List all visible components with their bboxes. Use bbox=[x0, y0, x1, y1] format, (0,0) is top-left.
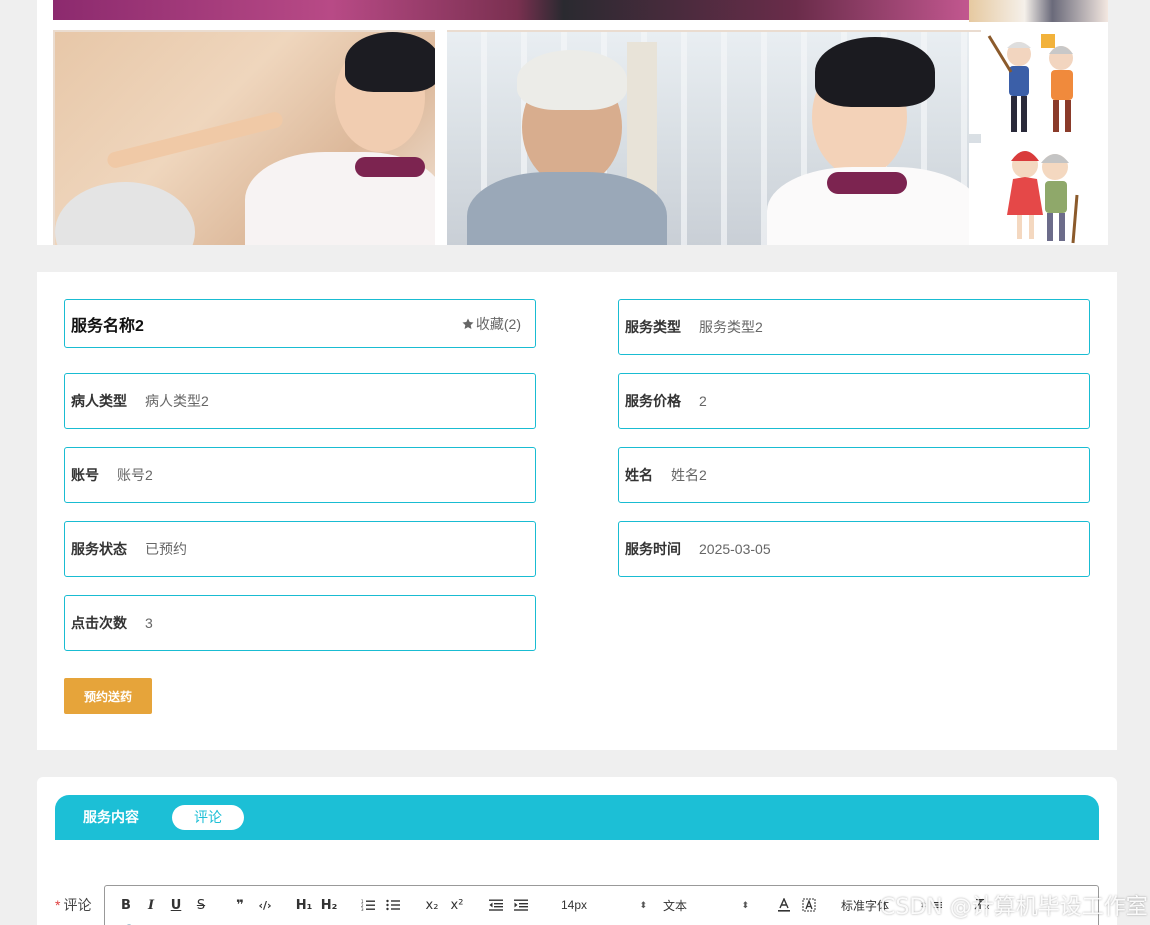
field-service-price: 服务价格 2 bbox=[618, 373, 1090, 429]
code-block-icon[interactable]: ‹/› bbox=[254, 894, 276, 916]
caregiver-photo-left bbox=[55, 32, 445, 245]
field-service-status: 服务状态 已预约 bbox=[64, 521, 536, 577]
book-delivery-button[interactable]: 预约送药 bbox=[64, 678, 152, 714]
text-style-value: 文本 bbox=[663, 898, 688, 913]
underline-icon[interactable]: U bbox=[165, 894, 187, 916]
thumbnail-2[interactable] bbox=[969, 32, 1108, 134]
previous-photo-strip bbox=[53, 0, 981, 20]
comment-label: * 评论 bbox=[55, 895, 91, 915]
ordered-list-icon[interactable]: 123 bbox=[357, 894, 379, 916]
thumbnail-list bbox=[969, 0, 1108, 245]
heading-1-icon[interactable]: H₁ bbox=[293, 894, 315, 916]
outdent-icon[interactable] bbox=[485, 894, 507, 916]
thumbnail-3[interactable] bbox=[969, 143, 1108, 245]
subscript-icon[interactable]: x₂ bbox=[421, 894, 443, 916]
required-mark: * bbox=[55, 897, 61, 913]
field-real-name: 姓名 姓名2 bbox=[618, 447, 1090, 503]
font-color-icon[interactable] bbox=[773, 894, 795, 916]
field-label: 点击次数 bbox=[71, 615, 127, 631]
link-icon[interactable]: 🔗 bbox=[115, 920, 137, 925]
tab-comment[interactable]: 评论 bbox=[172, 805, 244, 830]
bullet-list-icon[interactable] bbox=[382, 894, 404, 916]
italic-icon[interactable]: I bbox=[140, 894, 162, 916]
tab-bar: 服务内容 评论 bbox=[55, 795, 1099, 840]
field-patient-type: 病人类型 病人类型2 bbox=[64, 373, 536, 429]
field-label: 服务时间 bbox=[625, 541, 681, 557]
background-color-icon[interactable] bbox=[798, 894, 820, 916]
field-service-time: 服务时间 2025-03-05 bbox=[618, 521, 1090, 577]
service-title-box: 服务名称2 收藏(2) bbox=[64, 299, 536, 348]
favorite-button[interactable]: 收藏(2) bbox=[461, 314, 521, 334]
font-size-value: 14px bbox=[561, 898, 588, 912]
field-account: 账号 账号2 bbox=[64, 447, 536, 503]
field-value: 2025-03-05 bbox=[699, 541, 771, 557]
thumbnail-1[interactable] bbox=[969, 0, 1108, 22]
field-label: 服务价格 bbox=[625, 393, 681, 409]
tab-service-content[interactable]: 服务内容 bbox=[81, 805, 141, 830]
favorite-label: 收藏(2) bbox=[475, 315, 521, 332]
field-value: 3 bbox=[145, 615, 153, 631]
editor-toolbar-row-2: 🔗 ▣ ▤ bbox=[115, 920, 190, 925]
field-value: 已预约 bbox=[145, 541, 187, 557]
blockquote-icon[interactable]: ❞ bbox=[229, 894, 251, 916]
field-value: 病人类型2 bbox=[145, 393, 209, 409]
field-value: 2 bbox=[699, 393, 707, 409]
field-value: 账号2 bbox=[117, 467, 153, 483]
field-click-count: 点击次数 3 bbox=[64, 595, 536, 651]
caregiver-photo-right bbox=[447, 32, 981, 245]
field-label: 账号 bbox=[71, 467, 99, 483]
image-gallery bbox=[37, 0, 1108, 245]
font-size-picker[interactable]: 14px ⬍ bbox=[561, 894, 647, 916]
text-style-picker[interactable]: 文本 ⬍ bbox=[663, 894, 749, 916]
strikethrough-icon[interactable]: S bbox=[190, 894, 212, 916]
star-icon bbox=[462, 317, 474, 329]
field-service-type: 服务类型 服务类型2 bbox=[618, 299, 1090, 355]
field-label: 姓名 bbox=[625, 467, 653, 483]
service-detail-card: 服务名称2 收藏(2) 服务类型 服务类型2 病人类型 病人类型2 服务价格 2… bbox=[37, 272, 1117, 750]
watermark: CSDN @计算机毕设工作室 bbox=[880, 895, 1148, 920]
main-carousel-image[interactable] bbox=[53, 0, 981, 245]
chevron-updown-icon: ⬍ bbox=[741, 899, 749, 910]
svg-text:3: 3 bbox=[361, 907, 364, 911]
superscript-icon[interactable]: x² bbox=[446, 894, 468, 916]
editor-toolbar: B I U S ❞ ‹/› H₁ H₂ 123 x₂ x² 14px ⬍ 文本 … bbox=[115, 894, 997, 916]
indent-icon[interactable] bbox=[510, 894, 532, 916]
chevron-updown-icon: ⬍ bbox=[639, 899, 647, 910]
field-value: 姓名2 bbox=[671, 467, 707, 483]
field-value: 服务类型2 bbox=[699, 319, 763, 335]
field-label: 病人类型 bbox=[71, 393, 127, 409]
service-name: 服务名称2 bbox=[71, 317, 144, 335]
heading-2-icon[interactable]: H₂ bbox=[318, 894, 340, 916]
bold-icon[interactable]: B bbox=[115, 894, 137, 916]
video-icon[interactable]: ▤ bbox=[165, 920, 187, 925]
field-label: 服务状态 bbox=[71, 541, 127, 557]
image-icon[interactable]: ▣ bbox=[140, 920, 162, 925]
comment-label-text: 评论 bbox=[63, 897, 92, 913]
field-label: 服务类型 bbox=[625, 319, 681, 335]
